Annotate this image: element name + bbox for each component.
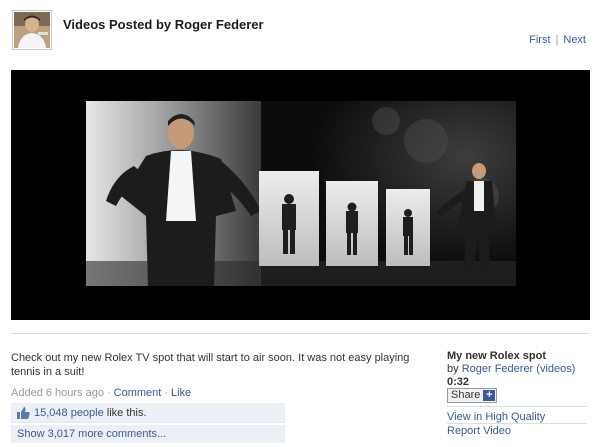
meta-dot: ·: [106, 387, 111, 399]
page-title: Videos Posted by Roger Federer: [63, 17, 264, 32]
video-description: Check out my new Rolex TV spot that will…: [11, 352, 410, 378]
meta-dot: ·: [164, 387, 168, 399]
view-high-quality-link[interactable]: View in High Quality: [447, 411, 545, 423]
pager: First | Next: [529, 34, 586, 46]
likes-suffix: like this.: [103, 406, 147, 419]
like-link[interactable]: Like: [171, 387, 191, 399]
content-divider: [11, 333, 590, 334]
video-info: My new Rolex spot by Roger Federer (vide…: [447, 350, 587, 389]
author-link[interactable]: Roger Federer: [462, 363, 534, 375]
pager-separator: |: [555, 34, 559, 46]
video-still-image: [86, 101, 516, 286]
likes-text: 15,048 people like this.: [34, 407, 147, 419]
likes-count-link[interactable]: 15,048 people: [34, 407, 104, 419]
avatar-image: [14, 12, 50, 48]
added-timestamp: Added 6 hours ago: [11, 387, 104, 399]
comment-link[interactable]: Comment: [114, 387, 162, 399]
header: Videos Posted by Roger Federer First | Nex…: [0, 0, 600, 68]
avatar[interactable]: [12, 10, 52, 50]
post-meta: Added 6 hours ago · Comment · Like: [11, 387, 191, 399]
comments-toggle[interactable]: Show 3,017 more comments...: [11, 425, 285, 443]
video-player[interactable]: [11, 70, 590, 320]
thumbs-up-icon: [17, 406, 30, 419]
first-link[interactable]: First: [529, 34, 550, 46]
videos-link[interactable]: (videos): [536, 363, 575, 375]
side-divider: [447, 423, 587, 424]
video-frame[interactable]: [86, 101, 516, 286]
likes-summary: 15,048 people like this.: [11, 403, 285, 423]
video-byline: by Roger Federer (videos): [447, 363, 587, 376]
share-plus-icon: +: [483, 390, 496, 401]
share-label: Share: [451, 389, 481, 401]
video-title: My new Rolex spot: [447, 350, 547, 362]
show-more-comments-link[interactable]: Show 3,017 more comments...: [17, 428, 166, 440]
by-label: by: [447, 363, 462, 375]
side-divider: [447, 406, 587, 407]
share-button[interactable]: Share +: [447, 388, 498, 403]
report-video-link[interactable]: Report Video: [447, 425, 511, 437]
next-link[interactable]: Next: [563, 34, 586, 46]
